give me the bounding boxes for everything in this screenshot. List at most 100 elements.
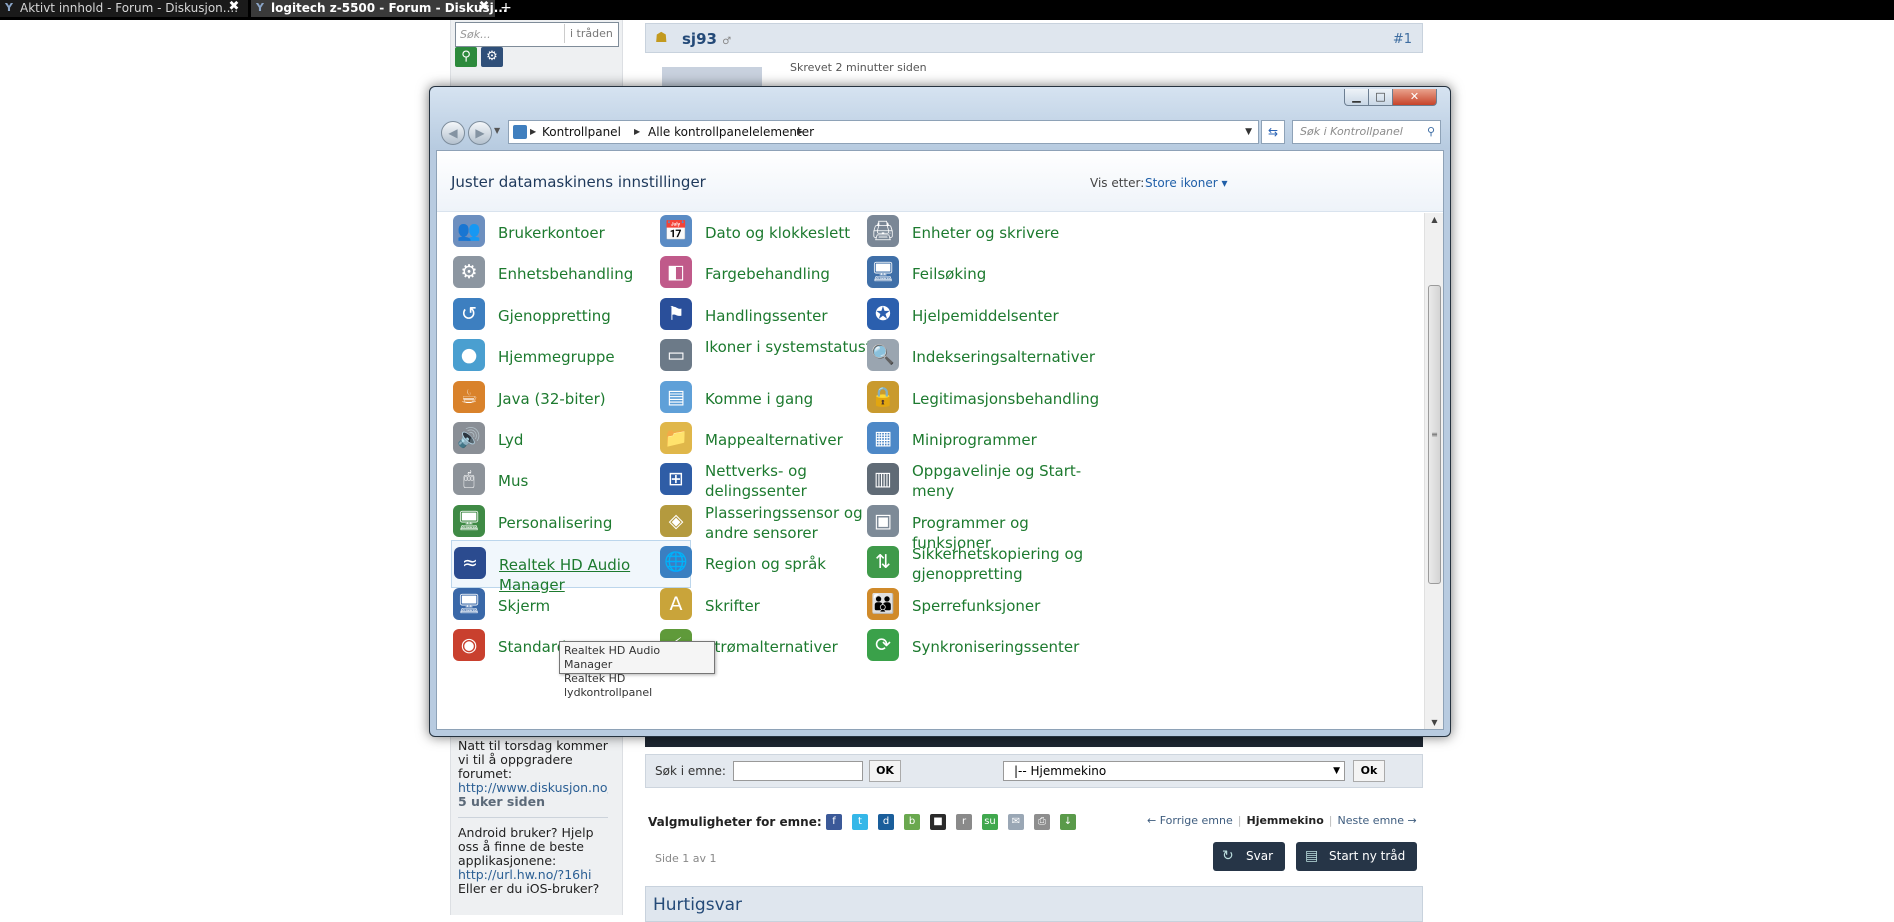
page-title: Juster datamaskinens innstillinger	[451, 173, 706, 191]
post-author-link[interactable]: sj93 ♂	[682, 30, 731, 48]
breadcrumb-item[interactable]: Alle kontrollpanelelementer	[648, 121, 814, 143]
topic-search-label: Søk i emne:	[655, 764, 726, 778]
user-accounts-icon: 👥	[453, 215, 485, 247]
chevron-down-icon[interactable]: ▼	[494, 126, 500, 135]
tooltip: Realtek HD Audio Manager Realtek HD lydk…	[559, 641, 715, 699]
browser-tab-bar: Y Aktivt innhold - Forum - Diskusjon....…	[0, 0, 1894, 20]
gear-icon[interactable]: ⚙	[481, 47, 503, 67]
view-by-label: Vis etter:	[1090, 176, 1145, 190]
stumbleupon-icon[interactable]: su	[982, 814, 998, 830]
devices-printers-icon: 🖨	[867, 215, 899, 247]
scrollbar-thumb[interactable]: ≡	[1428, 285, 1441, 584]
facebook-icon[interactable]: f	[826, 814, 842, 830]
tab-title: logitech z-5500 - Forum - Diskusj...	[271, 1, 508, 15]
topic-navigation: ← Forrige emne | Hjemmekino | Neste emne →	[1147, 814, 1417, 827]
search-placeholder: Søk...	[460, 28, 491, 41]
twitter-icon[interactable]: t	[852, 814, 868, 830]
address-bar[interactable]: ▶ Kontrollpanel ▶ Alle kontrollpanelelem…	[508, 120, 1259, 144]
view-by-dropdown[interactable]: Store ikoner ▾	[1145, 176, 1228, 190]
back-arrow-icon[interactable]: ◀	[441, 121, 465, 145]
forum-jump-value: |-- Hjemmekino	[1014, 764, 1107, 778]
control-panel-item-label: Sperrefunksjoner	[912, 596, 1041, 615]
minimize-icon[interactable]: ▁	[1344, 89, 1369, 106]
browser-tab-active[interactable]: Y logitech z-5500 - Forum - Diskusj... ✖	[251, 0, 507, 17]
control-panel-item[interactable]: ⟳ Synkroniseringssenter	[865, 623, 1105, 671]
new-topic-button[interactable]: ▤ Start ny tråd	[1296, 842, 1417, 871]
troubleshooting-icon: 🖥	[867, 256, 899, 289]
programs-features-icon: ▣	[867, 504, 899, 537]
homegroup-icon: ●	[453, 339, 485, 372]
chevron-right-icon[interactable]: ▶	[634, 121, 640, 143]
print-icon[interactable]: ⎙	[1034, 814, 1050, 830]
window-titlebar[interactable]: ▁ □ ✕ ◀ ▶ ▼ ▶ Kontrollpanel ▶ Alle kontr…	[430, 87, 1450, 149]
chevron-right-icon[interactable]: ▶	[797, 121, 803, 143]
news-time: 5 uker siden	[458, 794, 545, 809]
delicious-icon[interactable]: ■	[930, 814, 946, 830]
control-panel-item-label: Synkroniseringssenter	[912, 638, 1080, 656]
region-language-icon: 🌐	[660, 546, 692, 579]
breadcrumb-item[interactable]: Kontrollpanel	[542, 121, 621, 143]
quick-reply-header: Hurtigsvar	[645, 886, 1423, 922]
date-time-icon: 📅	[660, 215, 692, 247]
location-sensor-icon: ◈	[660, 504, 692, 537]
control-panel-item-label: Enheter og skrivere	[912, 224, 1060, 242]
post-header: ☗ sj93 ♂ #1	[645, 23, 1423, 53]
close-tab-icon[interactable]: ✖	[227, 0, 241, 14]
search-icon[interactable]: ⚲	[1427, 121, 1435, 143]
news-text: Android bruker? Hjelp oss å finne de bes…	[458, 825, 594, 868]
next-topic-link[interactable]: Neste emne →	[1338, 814, 1417, 827]
site-favicon-icon: Y	[256, 1, 264, 14]
scroll-up-icon[interactable]: ▲	[1425, 215, 1443, 224]
forum-jump-select[interactable]: |-- Hjemmekino ▼	[1003, 761, 1345, 781]
email-icon[interactable]: ✉	[1008, 814, 1024, 830]
forum-search-input[interactable]: Søk... i tråden	[455, 22, 619, 47]
control-panel-item-label: Indekseringsalternativer	[912, 348, 1095, 367]
color-management-icon: ◧	[660, 256, 692, 289]
refresh-icon[interactable]: ⇆	[1261, 120, 1285, 144]
vertical-scrollbar[interactable]: ▲ ≡ ▼	[1424, 213, 1443, 729]
display-icon: 🖥	[453, 587, 485, 620]
browser-tab[interactable]: Y Aktivt innhold - Forum - Diskusjon....…	[0, 0, 248, 17]
post-number-link[interactable]: #1	[1393, 32, 1412, 47]
close-tab-icon[interactable]: ✖	[477, 0, 491, 14]
control-panel-window: ▁ □ ✕ ◀ ▶ ▼ ▶ Kontrollpanel ▶ Alle kontr…	[429, 86, 1451, 737]
control-panel-header: Juster datamaskinens innstillinger Vis e…	[437, 151, 1443, 212]
control-panel-item-label: Feilsøking	[912, 265, 987, 284]
new-tab-button[interactable]: +	[499, 0, 513, 17]
current-forum-link[interactable]: Hjemmekino	[1246, 814, 1323, 827]
chevron-down-icon[interactable]: ▼	[1245, 121, 1252, 143]
site-favicon-icon: Y	[5, 1, 13, 14]
buzz-icon[interactable]: b	[904, 814, 920, 830]
reply-button[interactable]: ↻ Svar	[1213, 842, 1285, 871]
forum-jump-button[interactable]: Ok	[1353, 760, 1385, 782]
reddit-icon[interactable]: r	[956, 814, 972, 830]
recovery-icon: ↺	[453, 297, 485, 330]
parental-controls-icon: 👪	[867, 587, 899, 620]
control-panel-item-label: Sikkerhetskopiering og gjenoppretting	[912, 545, 1084, 584]
chevron-right-icon[interactable]: ▶	[530, 121, 536, 143]
maximize-icon[interactable]: □	[1368, 89, 1393, 106]
device-manager-icon: ⚙	[453, 256, 485, 289]
search-icon[interactable]: ⚲	[455, 47, 477, 67]
chevron-down-icon: ▼	[1333, 766, 1340, 776]
topic-options-label: Valgmuligheter for emne:	[648, 815, 822, 829]
previous-topic-link[interactable]: ← Forrige emne	[1147, 814, 1233, 827]
news-link[interactable]: http://url.hw.no/?16hi	[458, 868, 608, 882]
new-document-icon: ▤	[1305, 848, 1319, 864]
forward-arrow-icon[interactable]: ▶	[468, 121, 492, 145]
search-scope-select[interactable]: i tråden	[564, 24, 613, 43]
topic-search-input[interactable]	[733, 761, 863, 781]
news-link[interactable]: http://www.diskusjon.no/index.php?showfo…	[458, 781, 608, 795]
credential-manager-icon: 🔒	[867, 380, 899, 413]
sidebar-news: Natt til torsdag kommer vi til å oppgrad…	[458, 739, 608, 896]
indexing-options-icon: 🔍	[867, 339, 899, 372]
topic-search-button[interactable]: OK	[869, 760, 901, 782]
sound-icon: 🔊	[453, 422, 485, 454]
download-icon[interactable]: ↓	[1060, 814, 1076, 830]
post-timestamp: Skrevet 2 minutter siden	[790, 61, 927, 74]
scroll-down-icon[interactable]: ▼	[1425, 718, 1443, 727]
realtek-audio-icon: ≈	[454, 547, 486, 580]
close-icon[interactable]: ✕	[1392, 89, 1437, 106]
digg-icon[interactable]: d	[878, 814, 894, 830]
control-panel-search-input[interactable]: Søk i Kontrollpanel ⚲	[1292, 120, 1441, 144]
